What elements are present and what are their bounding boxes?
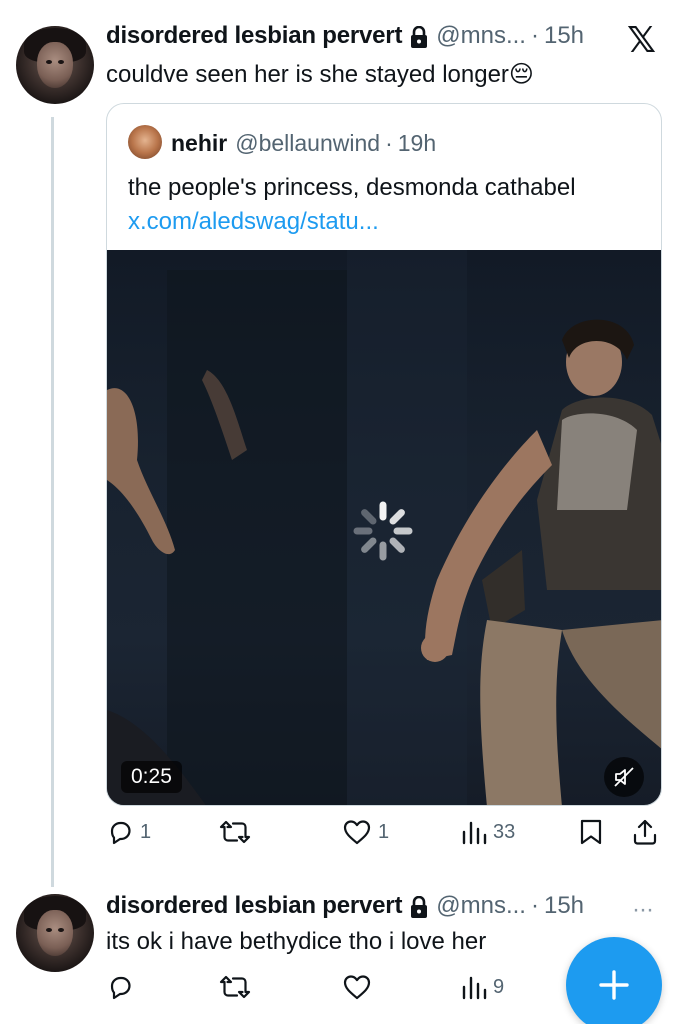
- repost-icon: [219, 975, 251, 999]
- tweet-time[interactable]: 15h: [544, 22, 584, 50]
- repost-button[interactable]: [219, 818, 251, 846]
- avatar-eye: [58, 928, 64, 932]
- quoted-tweet-header: nehir @bellaunwind · 19h: [171, 130, 436, 157]
- reply-button[interactable]: 1: [106, 818, 151, 846]
- quoted-author-handle[interactable]: @bellaunwind: [235, 130, 380, 157]
- heart-icon: [343, 975, 371, 1000]
- author-handle[interactable]: @mns...: [436, 22, 526, 50]
- tweet-header: disordered lesbian pervert @mns... · 15h: [106, 22, 584, 50]
- tweet-text: its ok i have bethydice tho i love her: [106, 928, 487, 955]
- tweet-time[interactable]: 15h: [544, 892, 584, 920]
- repost-button[interactable]: [219, 973, 251, 1001]
- quoted-tweet-time[interactable]: 19h: [398, 130, 436, 157]
- video-player[interactable]: 0:25: [107, 250, 661, 805]
- quoted-author-avatar[interactable]: [128, 125, 162, 159]
- tweet-text: couldve seen her is she stayed longer😔: [106, 61, 534, 88]
- reply-button[interactable]: [106, 973, 134, 1001]
- lock-icon: [410, 895, 428, 918]
- heart-icon: [343, 820, 371, 845]
- quoted-tweet-text: the people's princess, desmonda cathabel: [128, 174, 576, 201]
- reply-icon: [110, 976, 131, 1000]
- reply-icon: [110, 821, 131, 845]
- separator-dot: ·: [530, 892, 539, 919]
- repost-icon: [219, 820, 251, 844]
- like-button[interactable]: [342, 973, 372, 1001]
- views-button[interactable]: 9: [461, 973, 504, 1001]
- avatar-eye: [46, 60, 52, 64]
- quoted-tweet-link[interactable]: x.com/aledswag/statu...: [128, 208, 379, 236]
- share-button[interactable]: [631, 818, 659, 846]
- mute-button[interactable]: [604, 757, 644, 797]
- author-name[interactable]: disordered lesbian pervert: [106, 892, 402, 920]
- author-avatar[interactable]: [16, 26, 94, 104]
- quoted-author-name[interactable]: nehir: [171, 130, 227, 157]
- tweet-header: disordered lesbian pervert @mns... · 15h: [106, 892, 584, 920]
- view-count: 33: [493, 820, 516, 843]
- author-handle[interactable]: @mns...: [436, 892, 526, 920]
- x-logo-icon[interactable]: 𝕏: [627, 20, 656, 61]
- muted-speaker-icon: [614, 767, 634, 787]
- loading-spinner-icon: [353, 501, 413, 561]
- bookmark-icon: [580, 819, 602, 845]
- separator-dot: ·: [530, 22, 539, 49]
- tweet-actions: 1 1 33: [106, 818, 662, 852]
- like-count: 1: [378, 820, 390, 843]
- analytics-icon: [462, 821, 487, 845]
- lock-icon: [410, 25, 428, 48]
- reply-count: 1: [140, 820, 152, 843]
- quoted-tweet-card[interactable]: nehir @bellaunwind · 19h the people's pr…: [106, 103, 662, 806]
- author-avatar[interactable]: [16, 894, 94, 972]
- avatar-face: [37, 910, 73, 956]
- separator-dot: ·: [385, 130, 393, 156]
- bookmark-button[interactable]: [579, 818, 603, 846]
- views-button[interactable]: 33: [461, 818, 515, 846]
- share-icon: [633, 819, 657, 845]
- analytics-icon: [462, 976, 487, 1000]
- author-name[interactable]: disordered lesbian pervert: [106, 22, 402, 50]
- video-duration: 0:25: [121, 761, 182, 793]
- more-options-icon[interactable]: ···: [632, 896, 654, 924]
- compose-button[interactable]: [566, 937, 662, 1024]
- avatar-face: [37, 42, 73, 88]
- thread-connector-line: [51, 117, 54, 887]
- avatar-eye: [46, 928, 52, 932]
- plus-icon: [599, 970, 629, 1000]
- avatar-eye: [58, 60, 64, 64]
- view-count: 9: [493, 975, 505, 998]
- like-button[interactable]: 1: [342, 818, 389, 846]
